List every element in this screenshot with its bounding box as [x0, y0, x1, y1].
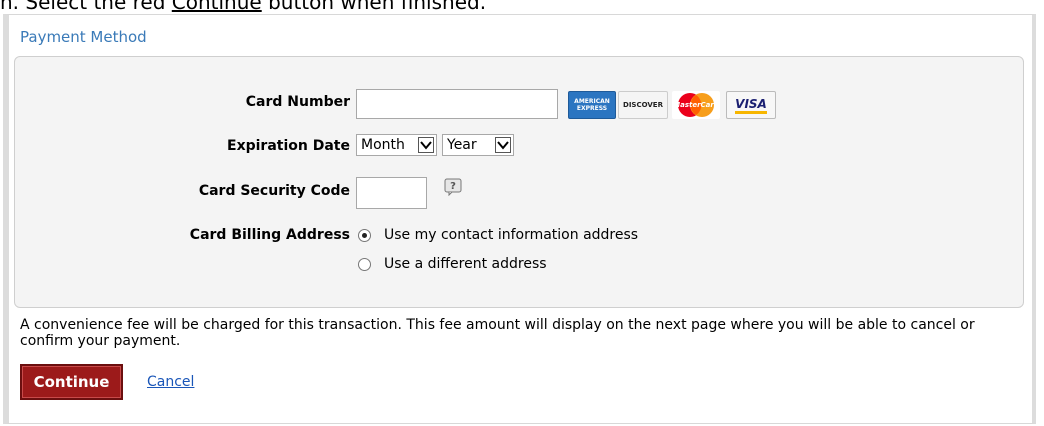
- contact-address-radio[interactable]: [358, 229, 371, 242]
- contact-address-label[interactable]: Use my contact information address: [384, 227, 638, 243]
- discover-label: DISCOVER: [623, 101, 663, 109]
- convenience-fee-note: A convenience fee will be charged for th…: [20, 317, 975, 349]
- instruction-continue-word: Continue: [171, 0, 262, 14]
- radio-selected-dot: [362, 233, 367, 238]
- visa-label: VISA: [735, 97, 767, 114]
- amex-card-icon: AMERICAN EXPRESS: [568, 91, 616, 119]
- chevron-down-icon: [495, 137, 511, 153]
- amex-label: AMERICAN EXPRESS: [574, 98, 610, 112]
- continue-button[interactable]: Continue: [20, 364, 123, 400]
- visa-card-icon: VISA: [726, 91, 776, 119]
- expiration-date-label: Expiration Date: [227, 138, 350, 154]
- different-address-label[interactable]: Use a different address: [384, 256, 547, 272]
- instruction-prefix: n. Select the red: [0, 0, 172, 14]
- card-number-label: Card Number: [245, 94, 350, 110]
- year-select-value: Year: [447, 137, 477, 153]
- svg-text:?: ?: [450, 181, 456, 192]
- card-billing-address-label: Card Billing Address: [189, 227, 350, 243]
- discover-card-icon: DISCOVER: [618, 91, 668, 119]
- instruction-suffix: button when finished.: [261, 0, 487, 14]
- different-address-radio[interactable]: [358, 258, 371, 271]
- cancel-link[interactable]: Cancel: [147, 374, 194, 390]
- month-select-value: Month: [361, 137, 405, 153]
- card-security-code-label: Card Security Code: [198, 183, 350, 199]
- section-title: Payment Method: [20, 28, 147, 46]
- card-number-input[interactable]: [356, 89, 558, 119]
- help-icon[interactable]: ?: [444, 178, 462, 200]
- mastercard-label: MasterCard: [673, 101, 719, 109]
- chevron-down-icon: [418, 137, 434, 153]
- mastercard-card-icon: MasterCard: [672, 91, 720, 119]
- instruction-text: n. Select the red Continue button when f…: [0, 0, 486, 14]
- security-code-input[interactable]: [356, 177, 427, 209]
- month-select[interactable]: Month: [356, 134, 437, 156]
- year-select[interactable]: Year: [442, 134, 514, 156]
